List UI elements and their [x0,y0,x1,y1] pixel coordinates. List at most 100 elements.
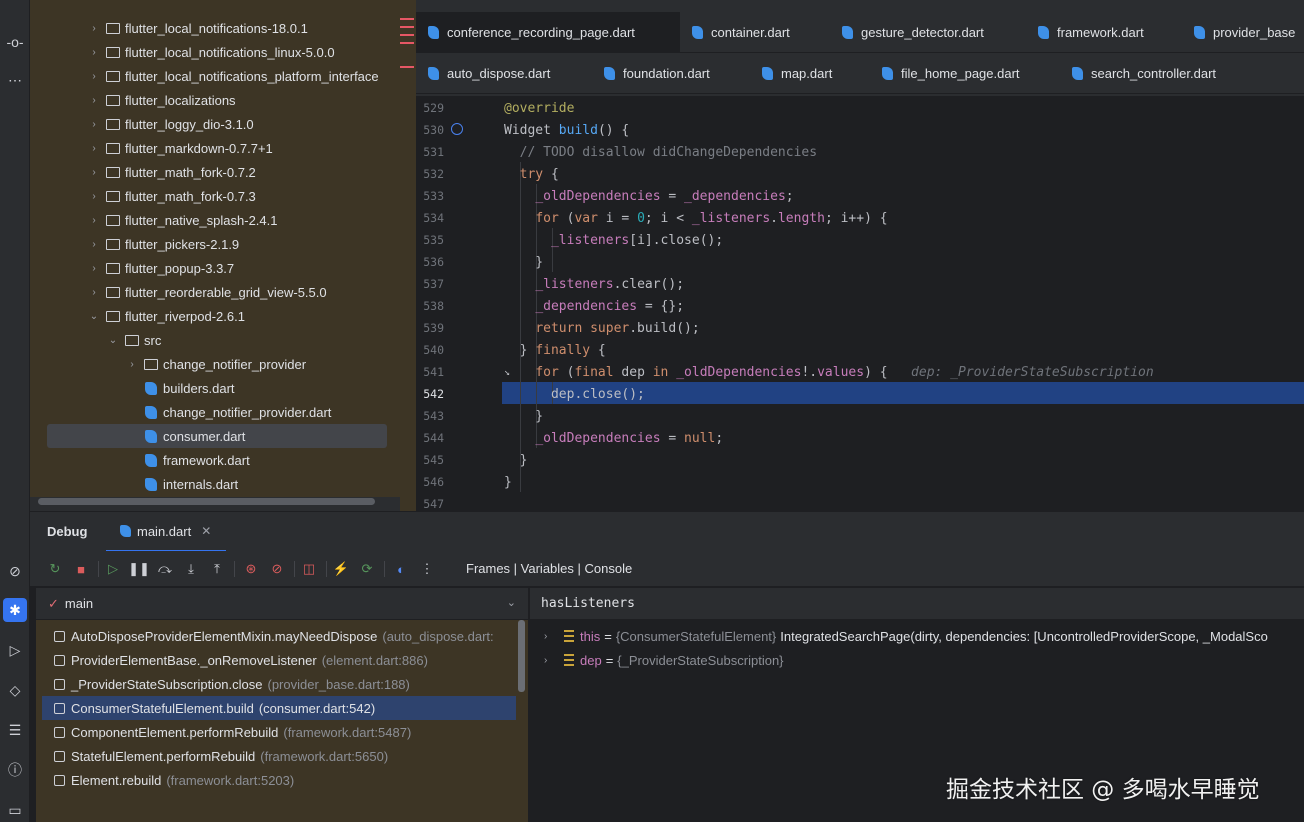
code-line[interactable]: 537 _listeners.clear(); [416,273,1304,295]
code-line[interactable]: 538 _dependencies = {}; [416,295,1304,317]
chevron-right-icon[interactable]: › [87,287,101,298]
more-options-icon[interactable]: ⋮ [418,560,436,578]
code-editor[interactable]: ↘ 529 @override 530 Widget build() {531 // … [416,96,1304,511]
code-line[interactable]: 547 [416,493,1304,511]
commit-icon[interactable]: -o- [3,30,27,54]
tree-item[interactable]: › flutter_reorderable_grid_view-5.5.0 [30,280,400,304]
tree-item[interactable]: › flutter_native_splash-2.4.1 [30,208,400,232]
rerun-icon[interactable]: ↻ [46,560,64,578]
stack-frame[interactable]: ComponentElement.performRebuild (framewor… [42,720,516,744]
tree-item[interactable]: internals.dart [30,472,400,496]
tree-item[interactable]: builders.dart [30,376,400,400]
code-line[interactable]: 543 } [416,405,1304,427]
tree-item[interactable]: › flutter_local_notifications_platform_in… [30,64,400,88]
editor-tab[interactable]: search_controller.dart [1060,53,1260,93]
tree-item[interactable]: ⌄ flutter_riverpod-2.6.1 [30,304,400,328]
code-line[interactable]: 546} [416,471,1304,493]
code-line[interactable]: 534 for (var i = 0; i < _listeners.lengt… [416,207,1304,229]
tree-item[interactable]: › flutter_pickers-2.1.9 [30,232,400,256]
code-line[interactable]: 529 @override [416,97,1304,119]
editor-tab[interactable]: map.dart [750,53,870,93]
view-breakpoints-icon[interactable]: ⊛ [242,560,260,578]
hot-reload-icon[interactable]: ⚡ [332,560,350,578]
hot-restart-icon[interactable]: ⟳ [358,560,376,578]
code-line[interactable]: 545 } [416,449,1304,471]
step-over-icon[interactable]: ⤼ [156,560,174,578]
chevron-down-icon[interactable]: ⌄ [87,311,101,322]
chevron-right-icon[interactable]: › [544,631,554,642]
editor-tab[interactable]: gesture_detector.dart [830,12,1026,52]
problems-icon[interactable]: ⓘ [3,758,27,782]
tree-item[interactable]: ⌄ src [30,328,400,352]
chevron-right-icon[interactable]: › [87,71,101,82]
chevron-right-icon[interactable]: › [87,215,101,226]
code-line[interactable]: 532 try { [416,163,1304,185]
code-line[interactable]: 539 return super.build(); [416,317,1304,339]
tree-item[interactable]: change_notifier_provider.dart [30,400,400,424]
chevron-right-icon[interactable]: › [87,167,101,178]
watch-expression[interactable]: hasListeners [530,588,1304,620]
line-number[interactable]: 531 [416,145,444,159]
stack-frame[interactable]: _ProviderStateSubscription.close (provide… [42,672,516,696]
code-line[interactable]: 540 } finally { [416,339,1304,361]
tree-item[interactable]: › flutter_local_notifications_linux-5.0.0 [30,40,400,64]
line-number[interactable]: 542 [416,387,444,401]
chevron-right-icon[interactable]: › [87,263,101,274]
variable-row[interactable]: › dep = {_ProviderStateSubscription} [530,648,1304,672]
chevron-down-icon[interactable]: ⌄ [106,335,120,346]
line-number[interactable]: 529 [416,101,444,115]
chevron-right-icon[interactable]: › [87,95,101,106]
editor-tab[interactable]: framework.dart [1026,12,1182,52]
mute-breakpoints-icon[interactable]: ⊘ [268,560,286,578]
editor-tab[interactable]: provider_base [1182,12,1304,52]
flutter-inspector-icon[interactable]: ◇ [3,678,27,702]
editor-tab[interactable]: foundation.dart [592,53,750,93]
chevron-right-icon[interactable]: › [87,119,101,130]
debug-session-tab[interactable]: main.dart ✕ [106,512,226,552]
stack-frame[interactable]: ProviderElementBase._onRemoveListener (el… [42,648,516,672]
code-line[interactable]: 530 Widget build() { [416,119,1304,141]
tree-item[interactable]: › flutter_math_fork-0.7.3 [30,184,400,208]
variable-row[interactable]: › this = {ConsumerStatefulElement} Integrate… [530,624,1304,648]
line-number[interactable]: 543 [416,409,444,423]
line-number[interactable]: 530 [416,123,444,137]
exception-breakpoint-icon[interactable]: ◫ [300,560,318,578]
thread-selector[interactable]: ✓ main ⌄ [36,588,528,620]
chevron-right-icon[interactable]: › [87,47,101,58]
line-number[interactable]: 534 [416,211,444,225]
stack-frame[interactable]: StatefulElement.performRebuild (framework… [42,744,516,768]
more-icon[interactable]: ⋯ [3,68,27,92]
tree-horizontal-scrollbar[interactable] [38,498,375,505]
tree-item[interactable]: framework.dart [30,448,400,472]
line-number[interactable]: 540 [416,343,444,357]
tree-item[interactable]: › flutter_loggy_dio-3.1.0 [30,112,400,136]
chevron-right-icon[interactable]: › [125,359,139,370]
tree-item[interactable]: › flutter_popup-3.3.7 [30,256,400,280]
chevron-right-icon[interactable]: › [87,23,101,34]
line-number[interactable]: 541 [416,365,444,379]
chevron-right-icon[interactable]: › [87,191,101,202]
code-line[interactable]: 533 _oldDependencies = _dependencies; [416,185,1304,207]
tree-item[interactable]: consumer.dart [30,424,400,448]
code-line[interactable]: 531 // TODO disallow didChangeDependenci… [416,141,1304,163]
line-number[interactable]: 547 [416,497,444,511]
resume-icon[interactable]: ▷ [104,560,122,578]
debug-icon[interactable]: ✱ [3,598,27,622]
line-number[interactable]: 533 [416,189,444,203]
chevron-down-icon[interactable]: ⌄ [507,596,516,609]
stack-frame[interactable]: ConsumerStatefulElement.build (consumer.d… [42,696,516,720]
stack-frame[interactable]: AutoDisposeProviderElementMixin.mayNeedD… [42,624,516,648]
editor-tab[interactable]: conference_recording_page.dart [416,12,680,52]
step-out-icon[interactable]: ⤒ [208,560,226,578]
line-number[interactable]: 539 [416,321,444,335]
line-number[interactable]: 532 [416,167,444,181]
run-dashboard-icon[interactable]: ⊘ [3,559,27,583]
chevron-right-icon[interactable]: › [87,143,101,154]
tree-item[interactable]: › flutter_markdown-0.7.7+1 [30,136,400,160]
tree-item[interactable]: › flutter_localizations [30,88,400,112]
line-number[interactable]: 545 [416,453,444,467]
code-line[interactable]: 544 _oldDependencies = null; [416,427,1304,449]
line-number[interactable]: 546 [416,475,444,489]
performance-icon[interactable]: ☰ [3,718,27,742]
step-into-icon[interactable]: ⤓ [182,560,200,578]
